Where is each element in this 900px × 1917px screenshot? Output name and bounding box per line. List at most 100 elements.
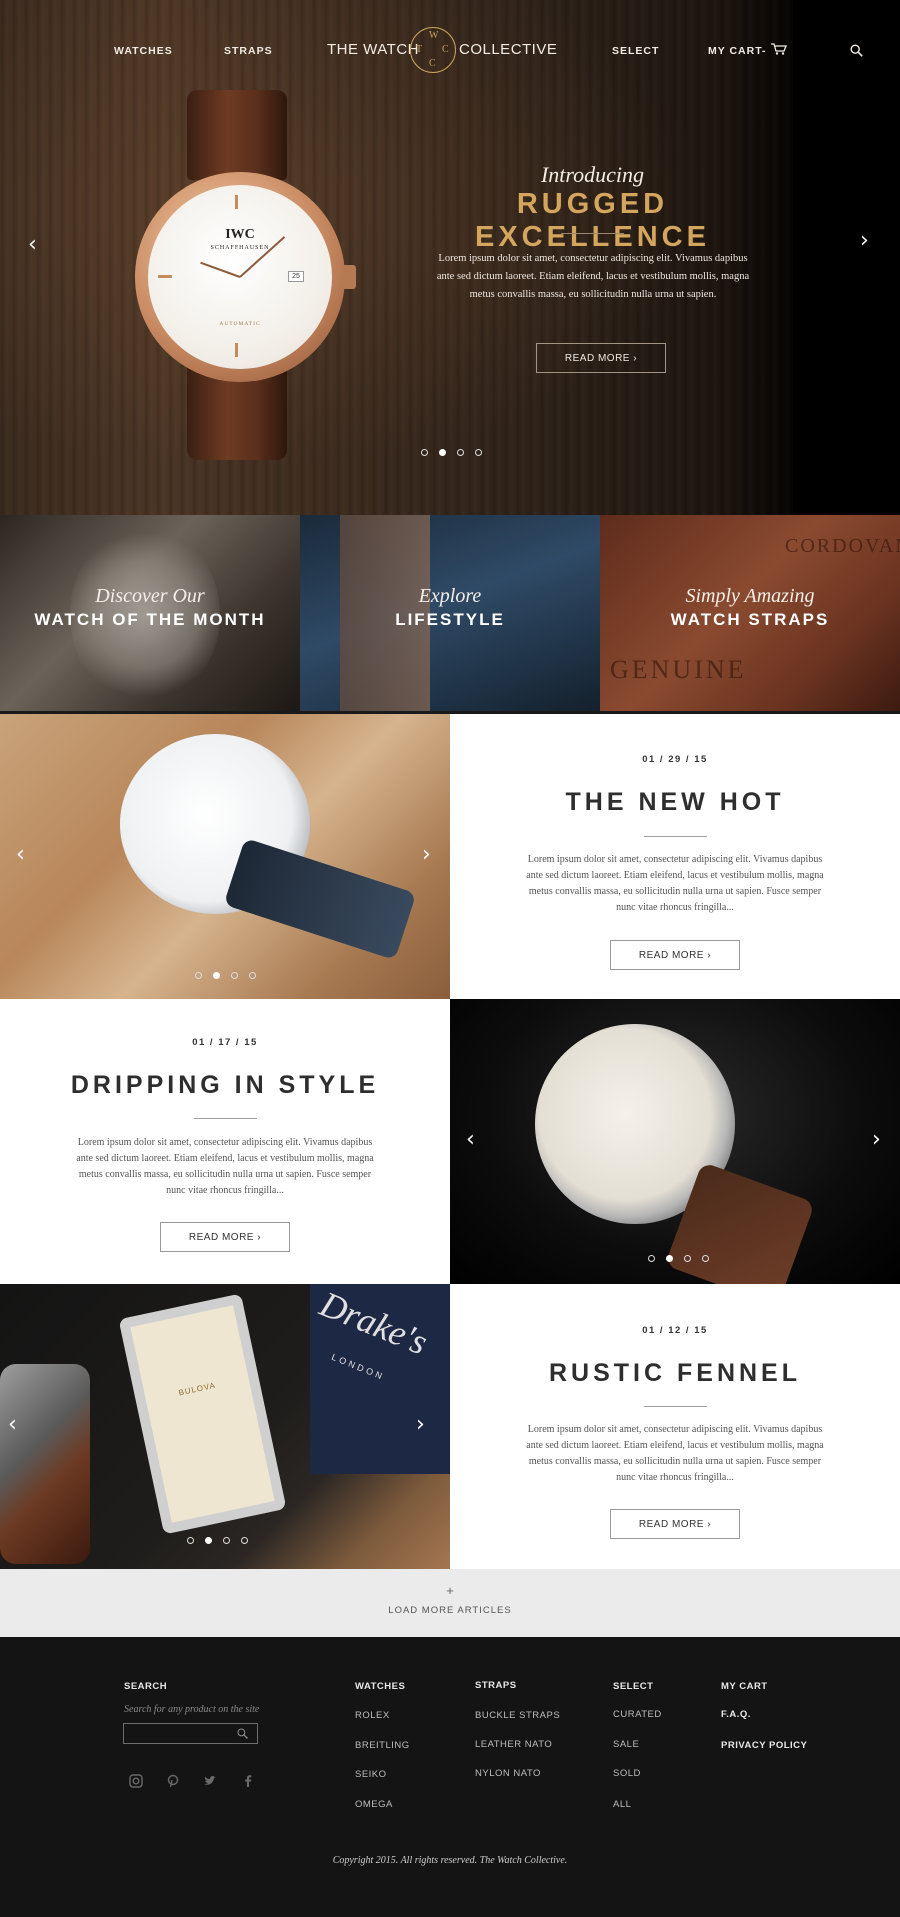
nav-straps[interactable]: STRAPS	[224, 45, 273, 57]
slide-dot[interactable]	[241, 1537, 248, 1544]
hero-next-arrow[interactable]: ›	[860, 230, 869, 252]
article-3-prev-arrow[interactable]: ‹	[8, 1414, 17, 1436]
footer: SEARCH Search for any product on the sit…	[0, 1637, 900, 1917]
main-nav: WATCHES STRAPS THE WATCH W T C C COLLECT…	[0, 0, 900, 100]
tile-genuine-stamp: GENUINE	[610, 655, 747, 684]
hero-dot-4[interactable]	[475, 449, 482, 456]
slide-dot[interactable]	[684, 1255, 691, 1262]
hero-slider: WATCHES STRAPS THE WATCH W T C C COLLECT…	[0, 0, 900, 515]
article-date: 01 / 12 / 15	[642, 1325, 708, 1336]
logo-letter-c2: C	[429, 58, 436, 69]
slide-dot[interactable]	[666, 1255, 673, 1262]
slide-dot[interactable]	[213, 972, 220, 979]
logo-text-left[interactable]: THE WATCH	[327, 41, 419, 58]
hero-dot-1[interactable]	[421, 449, 428, 456]
article-2: 01 / 17 / 15 DRIPPING IN STYLE Lorem ips…	[0, 999, 450, 1284]
tile-subtitle: Explore	[418, 585, 482, 607]
article-1-next-arrow[interactable]: ›	[422, 844, 431, 866]
logo-monogram[interactable]: W T C C	[410, 27, 456, 73]
tile-cordovan-stamp: CORDOVAN	[785, 535, 900, 557]
drakes-tag: Drake's LONDON	[310, 1284, 450, 1474]
drakes-logo: Drake's	[314, 1284, 434, 1363]
footer-col-title[interactable]: SELECT	[613, 1681, 653, 1692]
footer-col-title[interactable]: STRAPS	[475, 1680, 517, 1691]
slide-dot[interactable]	[231, 972, 238, 979]
watch-strap-top	[187, 90, 287, 180]
hero-watch-image: IWC SCHAFFHAUSEN AUTOMATIC 25	[120, 90, 370, 460]
nav-cart[interactable]: MY CART	[708, 45, 763, 57]
slide-dot[interactable]	[205, 1537, 212, 1544]
lighter-object	[0, 1364, 90, 1564]
article-2-next-arrow[interactable]: ›	[872, 1129, 881, 1151]
nav-watches[interactable]: WATCHES	[114, 45, 173, 57]
footer-link[interactable]: BREITLING	[355, 1740, 410, 1751]
hero-dot-3[interactable]	[457, 449, 464, 456]
hero-body: Lorem ipsum dolor sit amet, consectetur …	[436, 253, 750, 300]
article-body: Lorem ipsum dolor sit amet, consectetur …	[76, 1137, 374, 1196]
article-date: 01 / 17 / 15	[192, 1037, 258, 1048]
logo-letter-t: T	[416, 44, 423, 55]
watch-date-window: 25	[288, 271, 304, 282]
article-2-prev-arrow[interactable]: ‹	[466, 1129, 475, 1151]
article-read-more-button[interactable]: READ MORE ›	[610, 1509, 740, 1539]
article-2-photo: ‹ ›	[450, 999, 900, 1284]
slide-dot[interactable]	[648, 1255, 655, 1262]
tile-subtitle: Simply Amazing	[685, 585, 815, 607]
instagram-icon[interactable]	[129, 1774, 143, 1788]
category-tiles: Discover Our WATCH OF THE MONTH Explore …	[0, 515, 900, 715]
hero-prev-arrow[interactable]: ‹	[28, 234, 37, 256]
facebook-icon[interactable]	[241, 1774, 255, 1788]
hero-read-more-button[interactable]: READ MORE ›	[536, 343, 666, 373]
footer-link[interactable]: SOLD	[613, 1768, 641, 1779]
article-1-photo: ‹ ›	[0, 714, 450, 999]
footer-link[interactable]: NYLON NATO	[475, 1768, 541, 1779]
tile-title: LIFESTYLE	[395, 610, 505, 629]
tile-watch-of-the-month[interactable]: Discover Our WATCH OF THE MONTH	[0, 515, 300, 711]
article-3-next-arrow[interactable]: ›	[416, 1414, 425, 1436]
article-title[interactable]: RUSTIC FENNEL	[450, 1359, 900, 1388]
drakes-london-label: LONDON	[330, 1351, 387, 1383]
tile-lifestyle[interactable]: Explore LIFESTYLE	[300, 515, 600, 711]
watch-sub-label: SCHAFFHAUSEN	[210, 245, 270, 251]
footer-link[interactable]: ALL	[613, 1799, 631, 1810]
article-title[interactable]: THE NEW HOT	[450, 788, 900, 817]
slide-dot[interactable]	[187, 1537, 194, 1544]
nav-select[interactable]: SELECT	[612, 45, 659, 57]
slide-dot[interactable]	[223, 1537, 230, 1544]
search-icon[interactable]	[850, 44, 863, 57]
pinterest-icon[interactable]	[166, 1774, 180, 1788]
article-date: 01 / 29 / 15	[642, 754, 708, 765]
watch-strap	[223, 837, 417, 961]
tile-title: WATCH STRAPS	[670, 610, 830, 629]
slide-dot[interactable]	[249, 972, 256, 979]
article-read-more-button[interactable]: READ MORE ›	[160, 1222, 290, 1252]
article-title[interactable]: DRIPPING IN STYLE	[0, 1071, 450, 1100]
footer-link[interactable]: ROLEX	[355, 1710, 390, 1721]
footer-link[interactable]: SEIKO	[355, 1769, 387, 1780]
slide-dot[interactable]	[195, 972, 202, 979]
watch-dial: IWC SCHAFFHAUSEN AUTOMATIC 25	[148, 185, 332, 369]
footer-link[interactable]: OMEGA	[355, 1799, 393, 1810]
article-divider	[194, 1118, 257, 1119]
footer-col-title[interactable]: WATCHES	[355, 1681, 405, 1692]
hero-dot-2[interactable]	[439, 449, 446, 456]
footer-privacy-link[interactable]: PRIVACY POLICY	[721, 1740, 807, 1751]
footer-link[interactable]: CURATED	[613, 1709, 662, 1720]
search-icon[interactable]	[237, 1728, 248, 1739]
footer-my-cart-link[interactable]: MY CART	[721, 1681, 768, 1692]
tile-watch-straps[interactable]: CORDOVAN GENUINE Simply Amazing WATCH ST…	[600, 515, 900, 711]
footer-link[interactable]: LEATHER NATO	[475, 1739, 552, 1750]
twitter-icon[interactable]	[203, 1774, 217, 1788]
article-1-prev-arrow[interactable]: ‹	[16, 844, 25, 866]
slide-dot[interactable]	[702, 1255, 709, 1262]
tank-watch-dial: BULOVA	[118, 1293, 287, 1535]
cart-icon[interactable]	[771, 43, 787, 55]
footer-link[interactable]: SALE	[613, 1739, 639, 1750]
hero-title: RUGGED EXCELLENCE	[475, 188, 710, 253]
footer-search-title: SEARCH	[124, 1681, 168, 1692]
load-more-button[interactable]: + LOAD MORE ARTICLES	[0, 1569, 900, 1637]
footer-link[interactable]: BUCKLE STRAPS	[475, 1710, 560, 1721]
footer-faq-link[interactable]: F.A.Q.	[721, 1709, 751, 1720]
article-read-more-button[interactable]: READ MORE ›	[610, 940, 740, 970]
logo-text-right[interactable]: COLLECTIVE	[459, 41, 557, 58]
